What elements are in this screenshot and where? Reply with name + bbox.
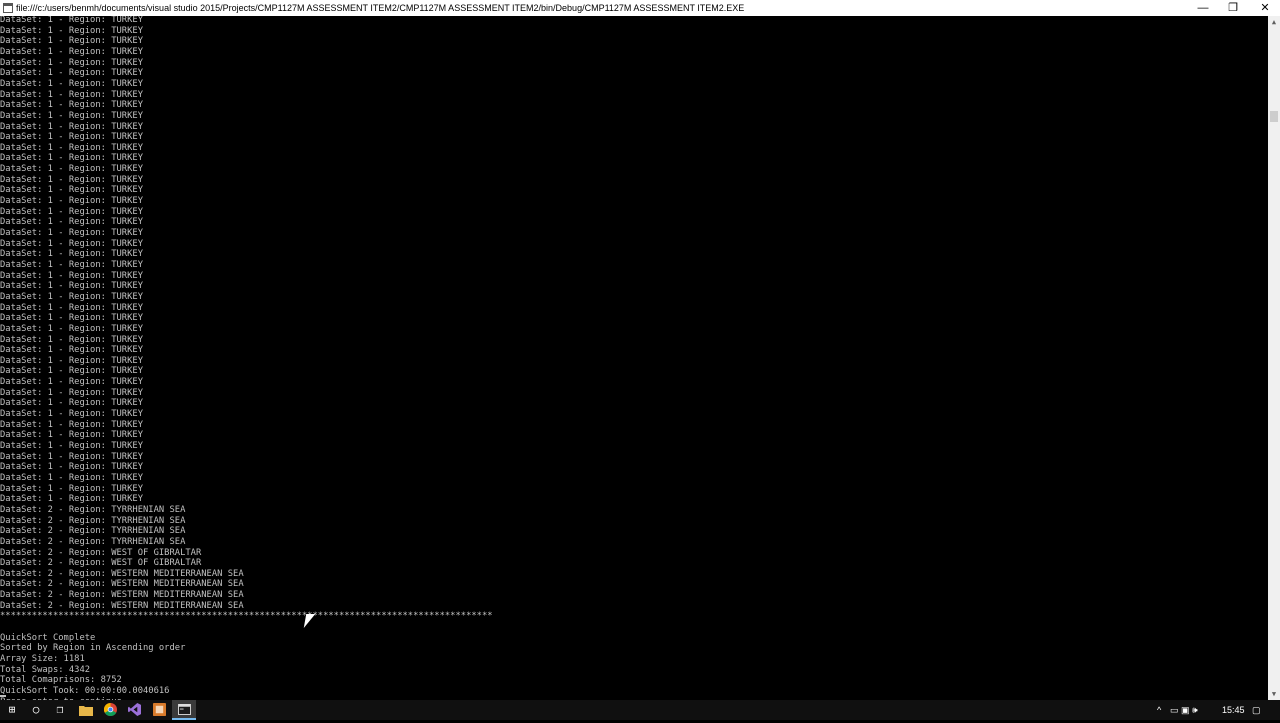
scroll-down-arrow[interactable]: ▼ (1268, 688, 1280, 700)
notifications-icon[interactable]: ▢ (1252, 700, 1261, 720)
search-button[interactable]: ○ (24, 700, 48, 720)
scroll-up-arrow[interactable]: ▲ (1268, 16, 1280, 28)
console-line: DataSet: 1 - Region: TURKEY (0, 238, 143, 249)
console-line: DataSet: 1 - Region: TURKEY (0, 132, 143, 143)
console-line: DataSet: 1 - Region: TURKEY (0, 430, 143, 441)
windows-logo-icon: ⊞ (8, 703, 16, 716)
console-line: DataSet: 1 - Region: TURKEY (0, 36, 143, 47)
close-button[interactable]: ✕ (1250, 0, 1280, 16)
console-line: DataSet: 1 - Region: TURKEY (0, 387, 143, 398)
console-line: DataSet: 1 - Region: TURKEY (0, 377, 143, 388)
console-line: DataSet: 1 - Region: TURKEY (0, 46, 143, 57)
taskbar-orange-app[interactable] (147, 700, 171, 720)
console-line: DataSet: 1 - Region: TURKEY (0, 89, 143, 100)
console-line: Total Comaprisons: 8752 (0, 675, 122, 686)
console-line: DataSet: 1 - Region: TURKEY (0, 483, 143, 494)
console-line: DataSet: 1 - Region: TURKEY (0, 334, 143, 345)
console-line: DataSet: 1 - Region: TURKEY (0, 217, 143, 228)
console-line: DataSet: 1 - Region: TURKEY (0, 462, 143, 473)
console-line: DataSet: 2 - Region: WESTERN MEDITERRANE… (0, 579, 244, 590)
console-line: DataSet: 1 - Region: TURKEY (0, 249, 143, 260)
console-line: DataSet: 1 - Region: TURKEY (0, 409, 143, 420)
console-line: QuickSort Complete (0, 632, 96, 643)
console-line: DataSet: 1 - Region: TURKEY (0, 78, 143, 89)
console-line: DataSet: 1 - Region: TURKEY (0, 153, 143, 164)
console-line: DataSet: 2 - Region: WEST OF GIBRALTAR (0, 547, 202, 558)
console-line: DataSet: 1 - Region: TURKEY (0, 121, 143, 132)
console-line: DataSet: 1 - Region: TURKEY (0, 164, 143, 175)
console-line: DataSet: 2 - Region: TYRRHENIAN SEA (0, 526, 186, 537)
console-line: DataSet: 1 - Region: TURKEY (0, 345, 143, 356)
task-view-button[interactable]: ❒ (48, 700, 72, 720)
console-line: DataSet: 1 - Region: TURKEY (0, 57, 143, 68)
console-line: DataSet: 1 - Region: TURKEY (0, 281, 143, 292)
console-line: DataSet: 1 - Region: TURKEY (0, 419, 143, 430)
console-line: DataSet: 1 - Region: TURKEY (0, 25, 143, 36)
window-title: file:///c:/users/benmh/documents/visual … (16, 3, 745, 13)
clock[interactable]: 15:45 (1222, 700, 1245, 720)
console-scrollbar[interactable]: ▲ ▼ (1268, 16, 1280, 700)
console-line: DataSet: 1 - Region: TURKEY (0, 323, 143, 334)
console-line: DataSet: 1 - Region: TURKEY (0, 68, 143, 79)
console-line: Array Size: 1181 (0, 654, 85, 664)
console-line: DataSet: 1 - Region: TURKEY (0, 302, 143, 313)
app-icon (152, 703, 166, 716)
console-icon (177, 704, 191, 715)
cortana-icon: ○ (32, 703, 40, 716)
visual-studio-icon (127, 703, 141, 716)
taskbar-chrome[interactable] (98, 700, 122, 720)
minimize-button[interactable]: — (1188, 0, 1218, 16)
console-line: DataSet: 1 - Region: TURKEY (0, 142, 143, 153)
console-line: DataSet: 1 - Region: TURKEY (0, 206, 143, 217)
network-volume-tray-icons[interactable]: ▭ ▣ 🕪 (1170, 700, 1198, 720)
console-line: DataSet: 2 - Region: WESTERN MEDITERRANE… (0, 600, 244, 611)
folder-icon (79, 706, 93, 716)
scroll-thumb[interactable] (1270, 111, 1278, 122)
console-line: DataSet: 2 - Region: WESTERN MEDITERRANE… (0, 590, 244, 601)
console-line: DataSet: 2 - Region: TYRRHENIAN SEA (0, 504, 186, 515)
title-bar[interactable]: file:///c:/users/benmh/documents/visual … (0, 0, 1280, 16)
show-hidden-icons-chevron[interactable]: ^ (1157, 700, 1161, 720)
console-line: Sorted by Region in Ascending order (0, 643, 186, 654)
console-line: DataSet: 1 - Region: TURKEY (0, 366, 143, 377)
console-line: DataSet: 2 - Region: TYRRHENIAN SEA (0, 515, 186, 526)
console-line: DataSet: 1 - Region: TURKEY (0, 270, 143, 281)
taskbar-file-explorer[interactable] (74, 700, 98, 720)
taskbar-visual-studio[interactable] (122, 700, 146, 720)
console-line: DataSet: 1 - Region: TURKEY (0, 259, 143, 270)
console-line: DataSet: 2 - Region: WEST OF GIBRALTAR (0, 558, 202, 569)
chrome-icon (103, 702, 117, 717)
taskbar-console-window[interactable] (172, 700, 196, 720)
console-line: DataSet: 1 - Region: TURKEY (0, 16, 143, 25)
console-line: DataSet: 1 - Region: TURKEY (0, 494, 143, 505)
text-cursor (0, 695, 6, 697)
console-line: DataSet: 1 - Region: TURKEY (0, 100, 143, 111)
console-line: DataSet: 2 - Region: WESTERN MEDITERRANE… (0, 568, 244, 579)
console-line: DataSet: 1 - Region: TURKEY (0, 398, 143, 409)
console-line: DataSet: 1 - Region: TURKEY (0, 228, 143, 238)
console-line: DataSet: 1 - Region: TURKEY (0, 313, 143, 324)
console-line: QuickSort Took: 00:00:00.0040616 (0, 685, 170, 696)
console-line: DataSet: 1 - Region: TURKEY (0, 196, 143, 207)
console-line: DataSet: 2 - Region: TYRRHENIAN SEA (0, 536, 186, 547)
restore-button[interactable]: ❐ (1218, 0, 1248, 16)
console-line: DataSet: 1 - Region: TURKEY (0, 451, 143, 462)
start-button[interactable]: ⊞ (0, 700, 24, 720)
console-app-icon (3, 3, 13, 13)
console-line: DataSet: 1 - Region: TURKEY (0, 185, 143, 196)
console-line: Total Swaps: 4342 (0, 664, 91, 675)
console-line: DataSet: 1 - Region: TURKEY (0, 174, 143, 185)
console-line: DataSet: 1 - Region: TURKEY (0, 472, 143, 483)
console-line: DataSet: 1 - Region: TURKEY (0, 355, 143, 366)
console-line: ****************************************… (0, 611, 493, 622)
taskbar: ⊞ ○ ❒ ^ ▭ ▣ 🕪 15:45 ▢ (0, 700, 1280, 720)
console-line: DataSet: 1 - Region: TURKEY (0, 441, 143, 451)
console-output[interactable]: DataSet: 1 - Region: TURKEY DataSet: 1 - … (0, 16, 1268, 700)
console-line: DataSet: 1 - Region: TURKEY (0, 110, 143, 121)
console-line: DataSet: 1 - Region: TURKEY (0, 291, 143, 302)
task-view-icon: ❒ (56, 703, 64, 716)
